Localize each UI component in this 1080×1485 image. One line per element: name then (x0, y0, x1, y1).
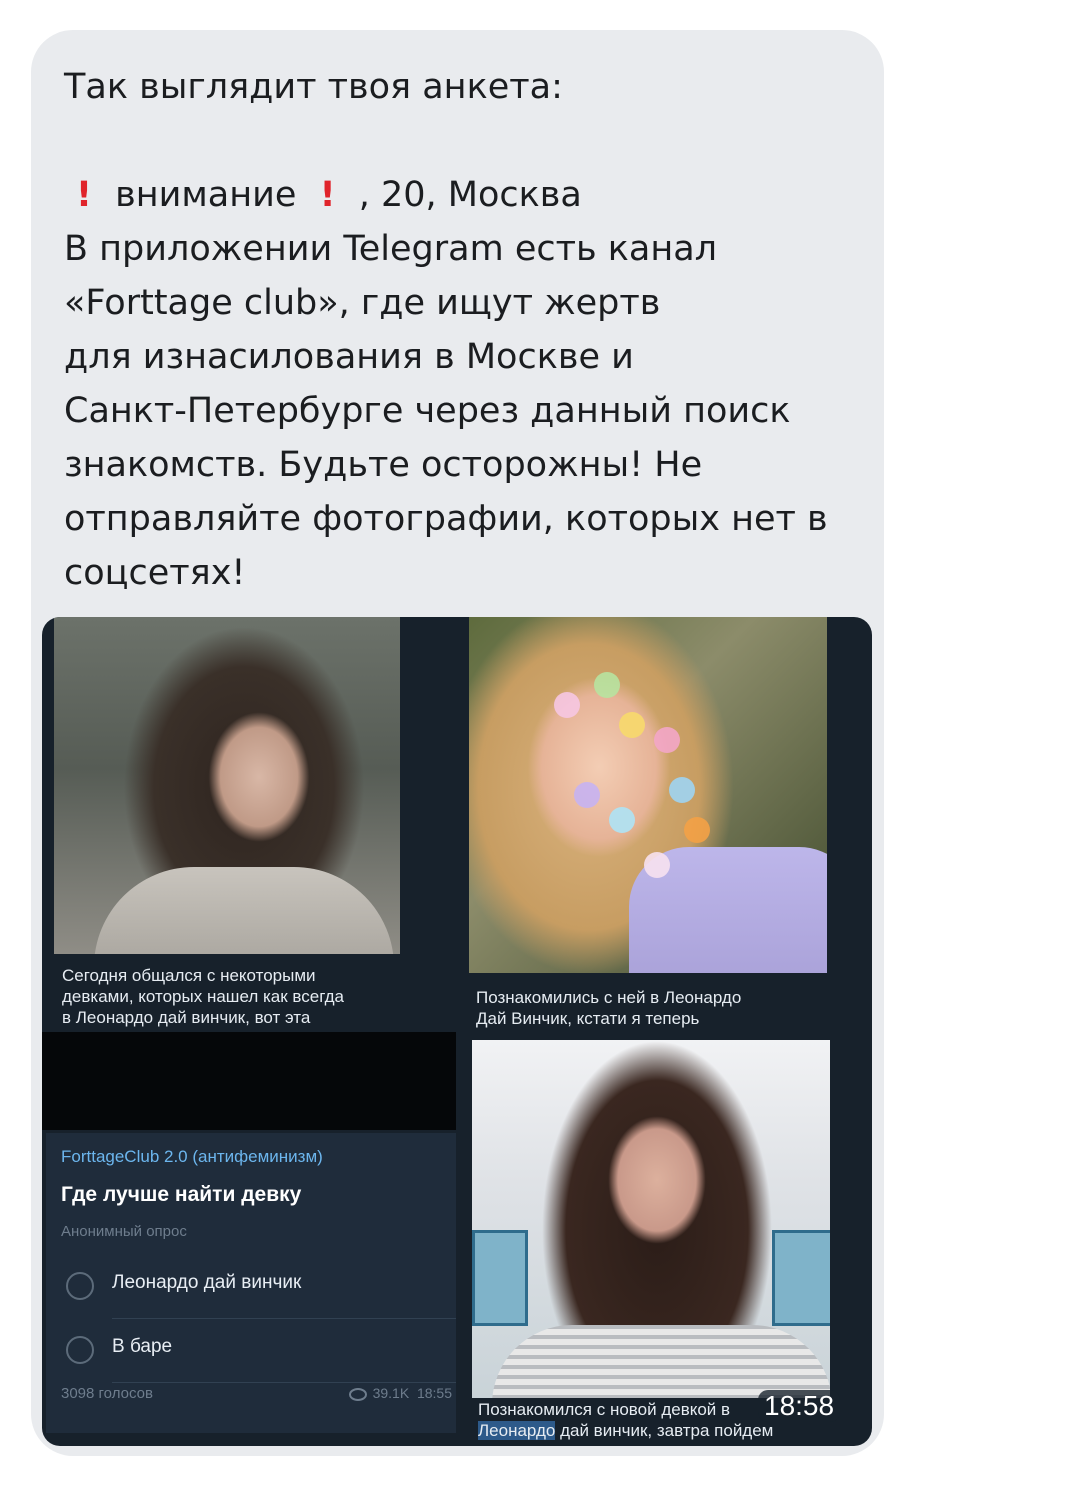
poll-option[interactable]: В баре (46, 1322, 456, 1383)
message-time: 18:58 (758, 1390, 841, 1422)
message-line: Санкт-Петербурге через данный поиск (64, 391, 791, 431)
red-exclamation-icon: ! (76, 175, 92, 215)
poll-question: Где лучше найти девку (61, 1183, 302, 1206)
message-text: Так выглядит твоя анкета: ! внимание ! ,… (64, 60, 864, 600)
view-count: 39.1K (372, 1385, 410, 1401)
photo3-caption: Познакомился с новой девкой в Леонардо д… (478, 1400, 774, 1440)
poll-option[interactable]: Леонардо дай винчик (46, 1258, 456, 1319)
message-intro: Так выглядит твоя анкета: (64, 67, 563, 107)
poll-time: 18:55 (416, 1385, 452, 1401)
message-line: для изнасилования в Москве и (64, 337, 634, 377)
message-line: отправляйте фотографии, которых нет в (64, 499, 828, 539)
poll-votes: 3098 голосов (61, 1385, 153, 1402)
profile-age-city: , 20, Москва (358, 175, 582, 215)
highlight: Леонардо (478, 1421, 556, 1440)
redacted-area (42, 1032, 456, 1130)
photo2-caption: Познакомились с ней в Леонардо Дай Винчи… (476, 988, 742, 1028)
poll-option-label: Леонардо дай винчик (112, 1272, 302, 1293)
photo1-caption: Сегодня общался с некоторыми девками, ко… (62, 966, 345, 1027)
photo-girl-3 (472, 1040, 830, 1398)
poll-meta: 39.1K 18:55 (348, 1385, 452, 1401)
poll-option-label: В баре (112, 1336, 173, 1357)
message-line: В приложении Telegram есть канал (64, 229, 718, 269)
profile-line: ! внимание ! , 20, Москва (64, 168, 864, 222)
telegram-poll: ForttageClub 2.0 (антифеминизм) Где лучш… (46, 1133, 456, 1433)
channel-name[interactable]: ForttageClub 2.0 (антифеминизм) (61, 1147, 323, 1167)
message-bubble: Так выглядит твоя анкета: ! внимание ! ,… (31, 30, 884, 1456)
message-line: «Forttage club», где ищут жертв (64, 283, 661, 323)
eye-icon (348, 1387, 367, 1401)
message-line: знакомств. Будьте осторожны! Не (64, 445, 703, 485)
message-line: соцсетях! (64, 553, 246, 593)
poll-type: Анонимный опрос (61, 1223, 187, 1240)
photo-girl-1 (54, 617, 400, 954)
attached-screenshot[interactable]: Сегодня общался с некоторыми девками, ко… (42, 617, 872, 1446)
radio-icon[interactable] (66, 1272, 94, 1300)
photo-girl-2-stickers (469, 617, 827, 973)
radio-icon[interactable] (66, 1336, 94, 1364)
profile-name: внимание (115, 175, 297, 215)
red-exclamation-icon: ! (319, 175, 336, 215)
